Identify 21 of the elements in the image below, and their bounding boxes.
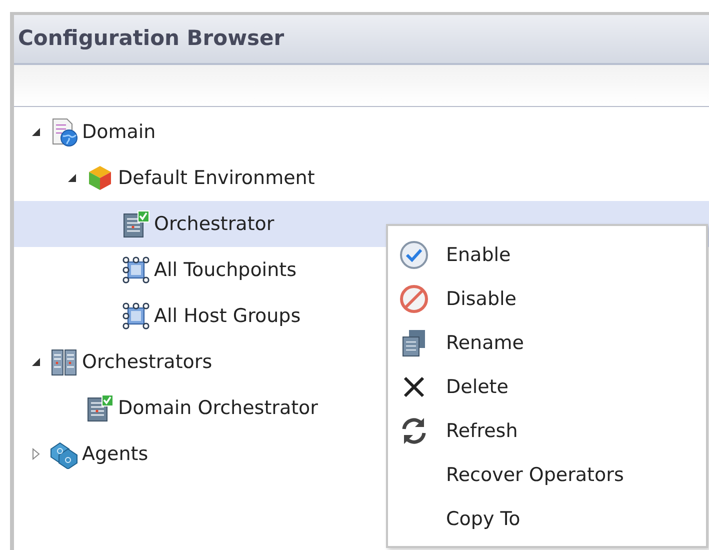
prohibited-icon <box>399 284 429 314</box>
menu-item[interactable]: Recover Operators <box>388 453 706 497</box>
menu-item[interactable]: Refresh <box>388 409 706 453</box>
server-check-icon <box>121 209 151 239</box>
menu-item[interactable]: Rename <box>388 321 706 365</box>
tree-item[interactable]: Default Environment <box>14 155 709 201</box>
panel-title: Configuration Browser <box>18 25 284 52</box>
menu-item[interactable]: Delete <box>388 365 706 409</box>
menu-item[interactable]: Disable <box>388 277 706 321</box>
server-rack-icon <box>49 347 79 377</box>
expanded-arrow-icon[interactable] <box>31 357 41 367</box>
tree-item[interactable]: Domain <box>14 109 709 155</box>
collapsed-arrow-icon[interactable] <box>31 448 41 460</box>
expanded-arrow-icon[interactable] <box>67 173 77 183</box>
expanded-arrow-icon[interactable] <box>31 127 41 137</box>
menu-item[interactable]: Copy To <box>388 497 706 541</box>
filter-field[interactable] <box>14 65 709 107</box>
node-group-icon <box>121 255 151 285</box>
server-check-icon <box>85 393 115 423</box>
node-group-icon <box>121 301 151 331</box>
checkmark-icon <box>399 240 429 270</box>
